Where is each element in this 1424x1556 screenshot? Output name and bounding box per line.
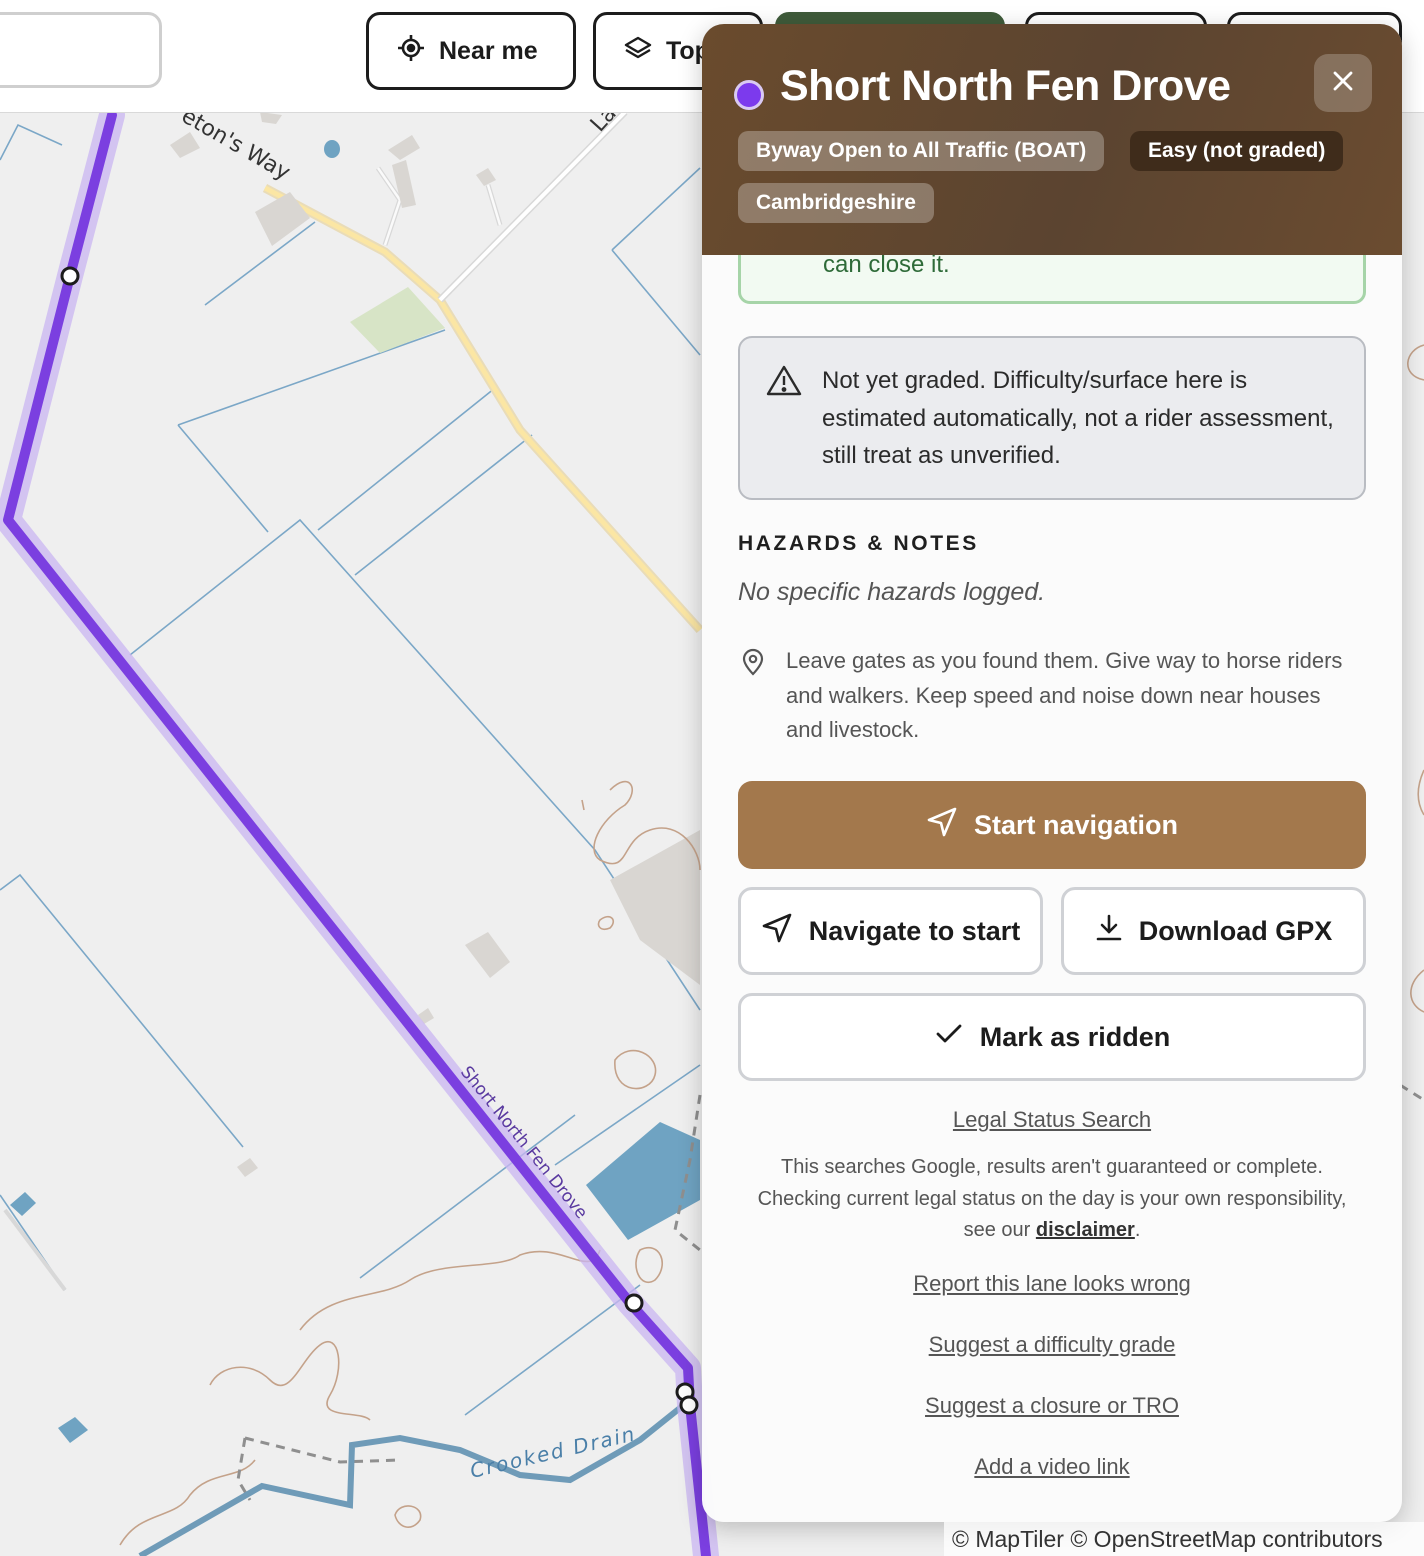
route-vertex [679,1395,699,1415]
hazards-heading: HAZARDS & NOTES [738,532,979,555]
download-icon [1095,913,1123,950]
disclaimer-paragraph: This searches Google, results aren't gua… [742,1152,1362,1247]
route-vertex [624,1293,644,1313]
navigation-arrow-icon [761,912,793,951]
start-navigation-label: Start navigation [973,809,1179,840]
layers-icon [624,35,652,68]
map-attribution[interactable]: © MapTiler © OpenStreetMap contributors [944,1522,1424,1556]
difficulty-chip: Easy (not graded) [1130,131,1344,171]
hazards-empty-text: No specific hazards logged. [738,578,1046,606]
close-icon [1332,70,1354,97]
disclaimer-link[interactable]: disclaimer [1036,1219,1135,1241]
disclaimer-text-after: . [1134,1219,1141,1241]
legal-status-search-link[interactable]: Legal Status Search [702,1107,1402,1133]
route-vertex [60,266,80,286]
grading-notice: Not yet graded. Difficulty/surface here … [738,336,1366,500]
mark-as-ridden-label: Mark as ridden [979,1021,1171,1052]
grading-notice-text: Not yet graded. Difficulty/surface here … [822,367,1334,469]
etiquette-text: Leave gates as you found them. Give way … [786,648,1343,742]
suggest-closure-link[interactable]: Suggest a closure or TRO [702,1393,1402,1419]
crosshair-icon [397,34,425,69]
add-video-link[interactable]: Add a video link [702,1454,1402,1480]
map-pin-icon [740,648,766,681]
download-gpx-button[interactable]: Download GPX [1061,887,1366,975]
lane-title: Short North Fen Drove [780,62,1231,110]
designation-chip: Byway Open to All Traffic (BOAT) [738,131,1105,171]
mark-as-ridden-button[interactable]: Mark as ridden [738,993,1366,1081]
near-me-button[interactable]: Near me [366,12,576,90]
download-gpx-label: Download GPX [1138,915,1333,946]
near-me-label: Near me [439,36,538,65]
navigate-to-start-button[interactable]: Navigate to start [738,887,1043,975]
checkmark-icon [934,1021,964,1054]
suggest-grade-link[interactable]: Suggest a difficulty grade [702,1332,1402,1358]
close-button[interactable] [1314,54,1372,112]
lane-detail-panel: can close it. Not yet graded. Difficulty… [702,24,1402,1522]
navigate-to-start-label: Navigate to start [808,915,1021,946]
green-note-text: can close it. [823,251,950,278]
start-navigation-button[interactable]: Start navigation [738,781,1366,869]
status-dot [734,80,764,110]
navigation-arrow-icon [926,806,958,845]
search-input[interactable] [0,12,162,88]
panel-header: Short North Fen Drove Byway Open to All … [702,24,1402,255]
report-wrong-link[interactable]: Report this lane looks wrong [702,1271,1402,1297]
county-chip: Cambridgeshire [738,183,934,223]
warning-triangle-icon [766,364,802,401]
